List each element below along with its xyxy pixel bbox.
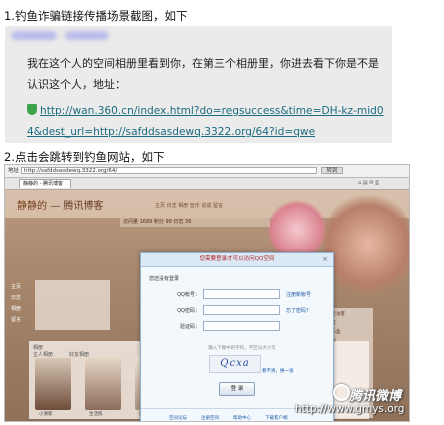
qq-account-label: QQ帐号： <box>177 292 200 298</box>
address-input[interactable]: http://safddsasdewq.3322.org/64/ <box>21 167 317 174</box>
footer-link[interactable]: 下载客户端 <box>265 415 288 421</box>
footer-link[interactable]: 帮助中心 <box>233 415 251 421</box>
footer-link[interactable]: 空间论坛 <box>169 415 187 421</box>
site-top-nav[interactable]: 主页 日志 相册 音乐 说说 留言 <box>155 202 223 209</box>
dialog-title: 您需要登录才可以访问QQ空间 <box>141 253 333 267</box>
shield-icon <box>27 104 37 115</box>
left-nav: 主页 日志 相册 留言 <box>11 282 71 326</box>
address-bar: 地址 http://safddsasdewq.3322.org/64/ 转到 <box>5 165 409 178</box>
close-icon[interactable]: × <box>321 255 329 263</box>
address-label: 地址 <box>8 168 20 174</box>
register-link[interactable]: 注册新帐号 <box>286 291 311 298</box>
go-button[interactable]: 转到 <box>321 167 343 174</box>
qq-account-row: QQ帐号： 注册新帐号 <box>141 289 333 300</box>
qq-password-input[interactable] <box>203 305 280 315</box>
album-tab[interactable]: 好友相册 <box>69 351 89 358</box>
watermark-url: http://www.gmys.org <box>295 403 405 415</box>
blur-block <box>65 31 109 40</box>
login-button[interactable]: 登 录 <box>219 382 255 396</box>
site-logo: 静静的 — 腾讯博客 <box>17 197 103 212</box>
watermark-brand: 腾讯微博 <box>349 389 402 404</box>
album-thumbnail[interactable] <box>35 358 71 410</box>
album-tab[interactable]: 主人相册 <box>33 351 53 358</box>
album-label: 小清新 <box>39 412 53 417</box>
site-logo-sub: — 腾讯博客 <box>50 201 104 212</box>
captcha-image: Qcxa <box>209 355 261 373</box>
blur-block <box>11 31 57 40</box>
captcha-label: 验证码： <box>179 324 200 330</box>
qq-password-row: QQ密码： 忘了密码？ <box>141 305 333 316</box>
captcha-row: 验证码： <box>141 321 333 332</box>
footer-link[interactable]: 注册空间 <box>201 415 219 421</box>
forgot-password-link[interactable]: 忘了密码？ <box>286 307 311 314</box>
step1-caption: 1.钓鱼诈骗链接传播场景截图，如下 <box>4 9 188 23</box>
captcha-input[interactable] <box>203 321 280 331</box>
tab-bar: 静静的 - 腾讯博客 ⌂ ▤ ✉ ⎙ <box>5 178 409 190</box>
album-label: 生活照 <box>89 412 103 417</box>
flower-decoration <box>267 200 327 260</box>
toolbar-icons: ⌂ ▤ ✉ ⎙ <box>358 180 379 186</box>
refresh-captcha-link[interactable]: 看不清，换一张 <box>262 368 294 374</box>
site-logo-text: 静静的 <box>17 201 47 212</box>
left-nav-item[interactable]: 相册 <box>11 304 71 315</box>
left-nav-item[interactable]: 留言 <box>11 315 71 326</box>
dialog-subtitle: 您还没有登录 <box>149 276 180 282</box>
chat-message: 我在这个人的空间相册里看到你，在第三个相册里，你进去看下你是不是认识这个人，地址… <box>27 57 379 91</box>
album-tab[interactable]: 相册 <box>33 344 43 351</box>
step2-caption: 2.点击会跳转到钓鱼网站，如下 <box>4 150 165 164</box>
profile-stats: 访问量 1689 积分 99 日志 36 <box>120 218 270 227</box>
fake-login-dialog: 您需要登录才可以访问QQ空间 × 您还没有登录 QQ帐号： 注册新帐号 QQ密码… <box>140 252 334 421</box>
qq-account-input[interactable] <box>203 289 280 299</box>
portrait-decoration <box>323 190 409 300</box>
chat-bubble: 我在这个人的空间相册里看到你，在第三个相册里，你进去看下你是不是认识这个人，地址… <box>5 26 392 143</box>
phishing-link-text[interactable]: http://wan.360.cn/index.html?do=regsucce… <box>27 105 384 138</box>
browser-tab[interactable]: 静静的 - 腾讯博客 <box>19 179 71 188</box>
album-thumbnail[interactable] <box>85 358 121 410</box>
qq-password-label: QQ密码： <box>177 308 200 314</box>
captcha-hint: 输入下图中的字符，不区分大小写 <box>208 346 276 351</box>
left-nav-item[interactable]: 日志 <box>11 293 71 304</box>
browser-screenshot: 地址 http://safddsasdewq.3322.org/64/ 转到 静… <box>4 164 410 422</box>
weibo-logo-icon <box>333 384 350 401</box>
phishing-link[interactable]: http://wan.360.cn/index.html?do=regsucce… <box>27 101 387 143</box>
left-nav-item[interactable]: 主页 <box>11 282 71 293</box>
blurred-sender <box>11 31 109 43</box>
